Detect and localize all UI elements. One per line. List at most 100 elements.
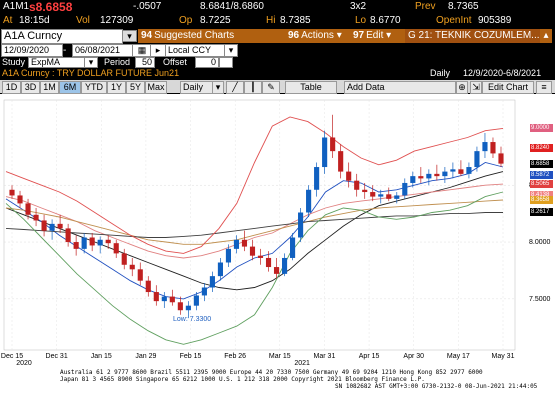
candle-body xyxy=(233,239,240,249)
candle-body xyxy=(145,280,151,293)
candle-body xyxy=(49,223,55,231)
candle-body xyxy=(113,243,119,254)
price-label: 8.8240 xyxy=(530,144,553,153)
edit-chart-button[interactable]: Edit Chart xyxy=(482,81,534,94)
export-icon[interactable]: ⇲ xyxy=(470,81,482,94)
suggested-charts-number: 94 xyxy=(141,30,153,41)
chart-title-bar: A1A Curncy : TRY DOLLAR FUTURE Jun21 Dai… xyxy=(0,68,555,79)
x-tick-label: May 31 xyxy=(492,353,515,360)
candle-body xyxy=(314,167,320,190)
date-arrow-icon[interactable]: ▸ xyxy=(150,44,166,57)
table-button[interactable]: Table xyxy=(285,81,337,94)
series-line xyxy=(5,171,504,291)
low-annotation: Low: 7.3300 xyxy=(173,316,212,323)
bar-chart-icon[interactable]: ┃ xyxy=(244,81,262,94)
chart-title: A1A Curncy : TRY DOLLAR FUTURE Jun21 xyxy=(2,68,180,78)
actions-button[interactable]: 96 Actions ▾ xyxy=(285,29,351,43)
at-label: At xyxy=(3,15,13,26)
frequency-dropdown-icon[interactable]: ▾ xyxy=(212,81,224,94)
high-value: 8.7385 xyxy=(280,15,311,26)
candle-body xyxy=(137,269,143,281)
price-chart[interactable]: Dec 15 Dec 31 Jan 15 Jan 29 Feb 15 Feb 26 Mar … xyxy=(0,94,555,400)
line-chart-icon[interactable]: ╱ xyxy=(226,81,244,94)
candle-body xyxy=(466,167,472,174)
candle-body xyxy=(418,176,424,179)
x-tick-label: Apr 15 xyxy=(359,353,380,360)
period-button-5y[interactable]: 5Y xyxy=(126,81,145,94)
bid-ask: 8.6841/8.6860 xyxy=(200,1,264,12)
year-label: 2021 xyxy=(294,360,310,367)
period-button-ytd[interactable]: YTD xyxy=(81,81,107,94)
chart-canvas: Dec 15 Dec 31 Jan 15 Jan 29 Feb 15 Feb 26 Mar … xyxy=(1,99,551,367)
series-line xyxy=(5,212,503,238)
currency-select[interactable]: Local CCY xyxy=(165,44,227,57)
period-button-3d[interactable]: 3D xyxy=(21,81,40,94)
offset-input[interactable]: 0 xyxy=(195,57,219,68)
candle-body xyxy=(338,151,344,172)
price-label: 8.2617 xyxy=(530,208,553,217)
candle-body xyxy=(225,248,232,263)
period-input[interactable]: 50 xyxy=(135,57,155,68)
study-dropdown-icon[interactable]: ▾ xyxy=(84,57,98,68)
vol-label: Vol xyxy=(76,15,90,26)
currency-dropdown-icon[interactable]: ▾ xyxy=(224,44,238,57)
security-dropdown-arrow-icon[interactable]: ▾ xyxy=(122,30,137,42)
quote-time: 18:15d xyxy=(19,15,50,26)
function-menu-icon[interactable]: ▴ xyxy=(540,29,552,43)
candle-body xyxy=(394,195,400,199)
frequency-select[interactable]: Daily xyxy=(180,81,214,94)
series-line xyxy=(5,162,504,300)
candle-body xyxy=(17,195,23,204)
period-button-1y[interactable]: 1Y xyxy=(107,81,126,94)
plot-frame xyxy=(3,99,516,351)
candle-body xyxy=(474,151,480,168)
candle-body xyxy=(57,223,63,229)
candle-body xyxy=(330,137,336,152)
end-date-input[interactable]: 06/08/2021 xyxy=(72,44,134,57)
study-apply-checkbox[interactable] xyxy=(219,57,233,68)
period-button-6m[interactable]: 6M xyxy=(59,81,81,94)
candle-body xyxy=(378,194,384,197)
edit-dropdown-icon: ▾ xyxy=(383,30,392,41)
zoom-icon[interactable]: ⊕ xyxy=(456,81,468,94)
x-tick-label: Jan 15 xyxy=(91,353,112,360)
study-label: Study xyxy=(2,57,26,67)
candle-body xyxy=(458,169,464,174)
security-field[interactable]: A1A Curncy xyxy=(1,29,123,44)
footer-line-2: Japan 81 3 4565 8900 Singapore 65 6212 1… xyxy=(60,376,425,383)
candle-body xyxy=(81,237,87,249)
bid-ask-size: 3x2 xyxy=(350,1,367,12)
price-label: 8.6858 xyxy=(530,160,553,169)
net-change: -.0507 xyxy=(133,1,162,12)
drawing-tools-icon[interactable]: ✎ xyxy=(262,81,280,94)
period-button-1m[interactable]: 1M xyxy=(40,81,59,94)
offset-label: Offset xyxy=(163,57,187,67)
low-value: 8.6770 xyxy=(370,15,401,26)
candle-body xyxy=(265,257,272,268)
study-select[interactable]: ExpMA xyxy=(28,57,86,68)
candle-body xyxy=(386,194,392,199)
period-button-1d[interactable]: 1D xyxy=(2,81,21,94)
candle-body xyxy=(354,180,360,190)
candle-body xyxy=(322,137,328,168)
candle-body xyxy=(217,262,223,277)
start-date-input[interactable]: 12/09/2020 xyxy=(1,44,63,57)
add-data-input[interactable]: Add Data xyxy=(344,81,456,94)
last-price: s8.6858 xyxy=(29,0,73,14)
candle-body xyxy=(346,171,352,181)
actions-label: Actions xyxy=(301,30,334,41)
edit-button[interactable]: 97 Edit ▾ xyxy=(350,29,406,43)
prev-label: Prev xyxy=(415,1,436,12)
date-separator: - xyxy=(63,45,67,56)
candle-body xyxy=(169,296,175,303)
candle-body xyxy=(410,176,416,183)
period-button-max[interactable]: Max xyxy=(145,81,167,94)
price-label: 8.3658 xyxy=(530,196,553,205)
candle-body xyxy=(177,302,183,311)
chart-menu-icon[interactable]: ≡ xyxy=(536,81,552,94)
suggested-charts-button[interactable]: 94 Suggested Charts xyxy=(138,29,286,43)
candle-body xyxy=(185,305,191,311)
candle-body xyxy=(362,189,368,193)
candle-body xyxy=(241,239,248,247)
calendar-icon[interactable]: ▦ xyxy=(132,44,152,57)
